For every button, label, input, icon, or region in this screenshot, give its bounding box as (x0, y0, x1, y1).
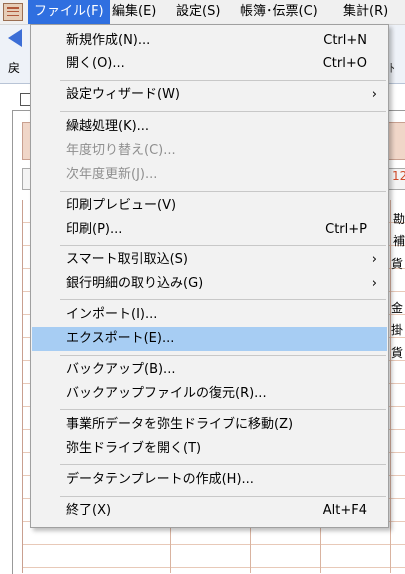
menu-separator (60, 80, 386, 81)
date-value: 12 (392, 169, 405, 183)
menu-item-label: 終了(X) (66, 503, 112, 518)
submenu-arrow-icon: › (371, 87, 377, 102)
menu-item-export[interactable]: エクスポート(E)... (32, 327, 387, 351)
grid-cell: 貨 (391, 257, 404, 271)
menu-separator (60, 496, 386, 497)
file-menu: 新規作成(N)... Ctrl+N 開く(O)... Ctrl+O 設定ウィザー… (30, 24, 389, 528)
menu-summary[interactable]: 集計(R) (337, 0, 394, 24)
menu-item-print-preview[interactable]: 印刷プレビュー(V) (32, 194, 387, 218)
grid-cell: 勘 (393, 212, 405, 226)
menu-item-setup-wizard[interactable]: 設定ウィザード(W) › (32, 83, 387, 107)
menu-item-label: 印刷プレビュー(V) (66, 198, 177, 213)
menu-item-bank-statement-import[interactable]: 銀行明細の取り込み(G) › (32, 272, 387, 296)
grid-cell: 貨 (391, 346, 404, 360)
menu-separator (60, 191, 386, 192)
menu-item-label: 新規作成(N)... (66, 33, 151, 48)
menu-item-label: インポート(I)... (66, 307, 158, 322)
menu-item-open[interactable]: 開く(O)... Ctrl+O (32, 52, 387, 76)
menu-item-exit[interactable]: 終了(X) Alt+F4 (32, 499, 387, 523)
grid-cell: 掛 (391, 323, 404, 337)
menu-separator (60, 111, 386, 112)
menu-item-backup[interactable]: バックアップ(B)... (32, 358, 387, 382)
menu-item-label: 設定ウィザード(W) (66, 87, 180, 102)
menu-item-smart-import[interactable]: スマート取引取込(S) › (32, 248, 387, 272)
app-icon[interactable] (3, 3, 23, 21)
menu-edit[interactable]: 編集(E) (106, 0, 162, 24)
menu-item-label: スマート取引取込(S) (66, 252, 189, 267)
back-arrow-icon[interactable] (8, 29, 22, 47)
submenu-arrow-icon: › (371, 276, 377, 291)
menu-item-move-to-yayoi-drive[interactable]: 事業所データを弥生ドライブに移動(Z) (32, 413, 387, 437)
shortcut-label: Alt+F4 (322, 503, 367, 518)
menu-item-label: バックアップファイルの復元(R)... (66, 386, 267, 401)
menu-separator (60, 245, 386, 246)
menu-separator (60, 355, 386, 356)
menu-item-label: 事業所データを弥生ドライブに移動(Z) (66, 417, 294, 432)
back-label: 戻 (8, 61, 21, 75)
menu-item-label: 繰越処理(K)... (66, 119, 150, 134)
menubar: ファイル(F) 編集(E) 設定(S) 帳簿･伝票(C) 集計(R) (0, 0, 405, 25)
grid-cell: 補 (393, 234, 405, 248)
menu-item-label: 開く(O)... (66, 56, 125, 71)
menu-books-vouchers[interactable]: 帳簿･伝票(C) (234, 0, 324, 24)
menu-item-print[interactable]: 印刷(P)... Ctrl+P (32, 218, 387, 242)
menu-item-create-data-template[interactable]: データテンプレートの作成(H)... (32, 468, 387, 492)
menu-item-label: エクスポート(E)... (66, 331, 175, 346)
shortcut-label: Ctrl+P (325, 222, 367, 237)
menu-item-carry-forward[interactable]: 繰越処理(K)... (32, 115, 387, 139)
menu-item-new[interactable]: 新規作成(N)... Ctrl+N (32, 29, 387, 53)
menu-item-restore-backup[interactable]: バックアップファイルの復元(R)... (32, 382, 387, 406)
menu-item-label: バックアップ(B)... (66, 362, 176, 377)
menu-item-label: 銀行明細の取り込み(G) (66, 276, 204, 291)
menu-item-open-yayoi-drive[interactable]: 弥生ドライブを開く(T) (32, 437, 387, 461)
menu-separator (60, 299, 386, 300)
menu-item-label: 年度切り替え(C)... (66, 143, 176, 158)
menu-separator (60, 409, 386, 410)
menu-item-switch-year: 年度切り替え(C)... (32, 139, 387, 163)
shortcut-label: Ctrl+N (323, 33, 367, 48)
menu-separator (60, 464, 386, 465)
submenu-arrow-icon: › (371, 252, 377, 267)
grid-cell: 金 (391, 301, 404, 315)
menu-item-import[interactable]: インポート(I)... (32, 303, 387, 327)
menu-item-label: 次年度更新(J)... (66, 167, 158, 182)
menu-file[interactable]: ファイル(F) (28, 0, 110, 24)
shortcut-label: Ctrl+O (322, 56, 367, 71)
menu-item-label: 弥生ドライブを開く(T) (66, 441, 202, 456)
menu-item-label: 印刷(P)... (66, 222, 123, 237)
menu-settings[interactable]: 設定(S) (170, 0, 226, 24)
menu-item-label: データテンプレートの作成(H)... (66, 472, 254, 487)
menu-item-next-year-update: 次年度更新(J)... (32, 163, 387, 187)
